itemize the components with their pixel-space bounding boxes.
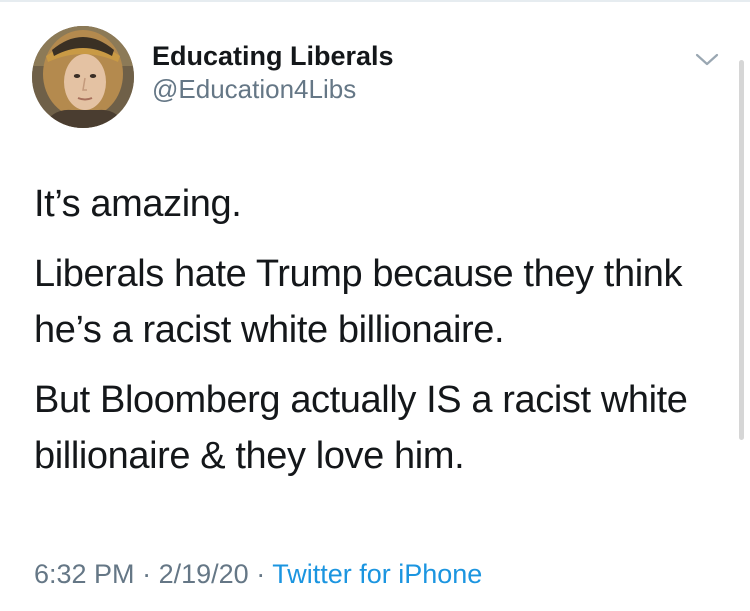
author-info: Educating Liberals @Education4Libs bbox=[152, 40, 394, 106]
tweet-metadata: 6:32 PM · 2/19/20 · Twitter for iPhone bbox=[34, 557, 482, 591]
user-handle[interactable]: @Education4Libs bbox=[152, 72, 394, 106]
tweet-time[interactable]: 6:32 PM bbox=[34, 559, 135, 589]
scrollbar[interactable] bbox=[739, 60, 744, 440]
display-name[interactable]: Educating Liberals bbox=[152, 40, 394, 72]
separator: · bbox=[256, 559, 266, 589]
tweet-paragraph: Liberals hate Trump because they think h… bbox=[34, 253, 683, 351]
tweet-text: It’s amazing. Liberals hate Trump becaus… bbox=[34, 176, 714, 498]
avatar-photo-icon bbox=[32, 26, 134, 128]
tweet-source-link[interactable]: Twitter for iPhone bbox=[272, 559, 482, 589]
separator: · bbox=[142, 559, 152, 589]
tweet-card: Educating Liberals @Education4Libs It’s … bbox=[0, 0, 750, 611]
avatar[interactable] bbox=[32, 26, 134, 128]
chevron-down-icon[interactable] bbox=[692, 48, 722, 70]
tweet-paragraph: But Bloomberg actually IS a racist white… bbox=[34, 379, 688, 477]
tweet-paragraph: It’s amazing. bbox=[34, 183, 242, 225]
tweet-date[interactable]: 2/19/20 bbox=[159, 559, 249, 589]
